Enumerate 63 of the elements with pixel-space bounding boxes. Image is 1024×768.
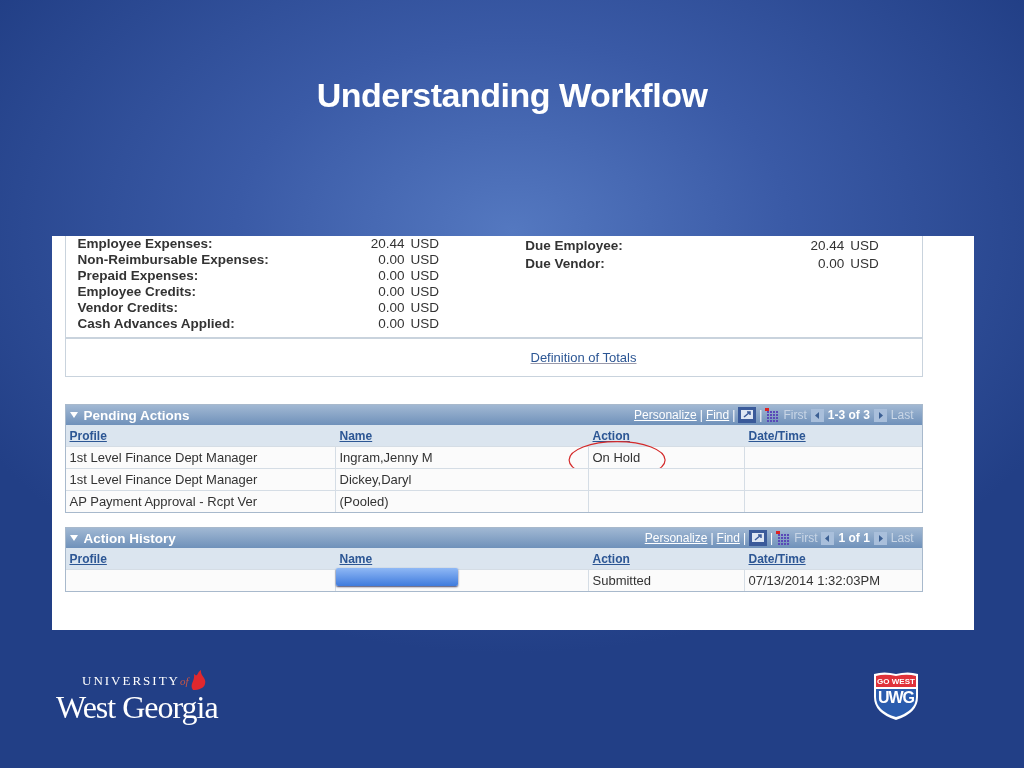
total-label: Non-Reimbursable Expenses: xyxy=(77,252,270,268)
logo-text: UNIVERSITY xyxy=(82,673,180,689)
total-amount: 0.00 xyxy=(377,252,405,268)
total-label: Prepaid Expenses: xyxy=(77,268,200,284)
definition-link[interactable]: Definition of Totals xyxy=(530,350,637,365)
currency-code: USD xyxy=(410,283,439,299)
currency-code: USD xyxy=(850,256,879,272)
collapse-triangle-icon[interactable] xyxy=(69,411,78,419)
logo-text: of xyxy=(180,675,189,687)
cell-text: 1st Level Finance Dept Manager xyxy=(69,472,258,487)
slide-title: Understanding Workflow xyxy=(316,76,708,116)
row-range: 1-3 of 3 xyxy=(827,408,870,422)
cell-text: Ingram,Jenny M xyxy=(339,450,433,465)
total-label: Due Vendor: xyxy=(525,256,606,272)
cell-text: (Pooled) xyxy=(339,494,389,509)
cell-text: 1st Level Finance Dept Manager xyxy=(69,450,258,465)
separator-text: | xyxy=(732,408,736,422)
grid-title: Action History xyxy=(83,530,177,546)
column-header[interactable]: Date/Time xyxy=(748,428,806,443)
column-header[interactable]: Action xyxy=(592,428,630,443)
separator-text: | xyxy=(770,531,774,545)
grid-download-icon[interactable] xyxy=(776,531,791,545)
total-amount: 0.00 xyxy=(377,268,405,284)
currency-code: USD xyxy=(410,315,439,331)
currency-code: USD xyxy=(410,252,439,268)
total-amount: 0.00 xyxy=(816,256,845,272)
cell-text: On Hold xyxy=(592,450,641,465)
currency-code: USD xyxy=(410,236,439,252)
separator-text: | xyxy=(710,531,714,545)
total-amount: 20.44 xyxy=(369,236,405,252)
total-amount: 20.44 xyxy=(809,237,845,253)
separator-text: | xyxy=(699,408,703,422)
column-header[interactable]: Date/Time xyxy=(748,551,806,566)
column-header[interactable]: Action xyxy=(592,551,630,566)
view-all-icon[interactable] xyxy=(738,407,757,423)
cell-text: 07/13/2014 1:32:03PM xyxy=(748,573,881,588)
currency-code: USD xyxy=(410,268,439,284)
collapse-triangle-icon[interactable] xyxy=(69,534,78,542)
badge-text: UWG xyxy=(877,689,915,707)
column-header[interactable]: Name xyxy=(339,551,373,566)
cell-text: Dickey,Daryl xyxy=(339,472,412,487)
total-label: Employee Credits: xyxy=(77,283,198,299)
column-header[interactable]: Name xyxy=(339,428,373,443)
separator-text: | xyxy=(759,408,763,422)
grid-download-icon[interactable] xyxy=(765,408,780,422)
currency-code: USD xyxy=(410,299,439,315)
row-range: 1 of 1 xyxy=(838,531,870,545)
grid-title: Pending Actions xyxy=(83,407,191,423)
view-all-icon[interactable] xyxy=(749,530,767,546)
cell-text: AP Payment Approval - Rcpt Ver xyxy=(69,494,258,509)
total-amount: 0.00 xyxy=(377,299,405,315)
total-amount: 0.00 xyxy=(377,315,405,331)
total-label: Due Employee: xyxy=(525,237,624,253)
separator-text: | xyxy=(742,531,746,545)
badge-text: GO WEST xyxy=(877,677,915,686)
column-header[interactable]: Profile xyxy=(69,551,107,566)
column-header[interactable]: Profile xyxy=(69,428,107,443)
total-amount: 0.00 xyxy=(377,283,405,299)
total-label: Employee Expenses: xyxy=(77,236,214,252)
total-label: Vendor Credits: xyxy=(77,299,180,315)
currency-code: USD xyxy=(850,237,879,253)
cell-text: Submitted xyxy=(592,573,652,588)
total-label: Cash Advances Applied: xyxy=(77,315,236,331)
